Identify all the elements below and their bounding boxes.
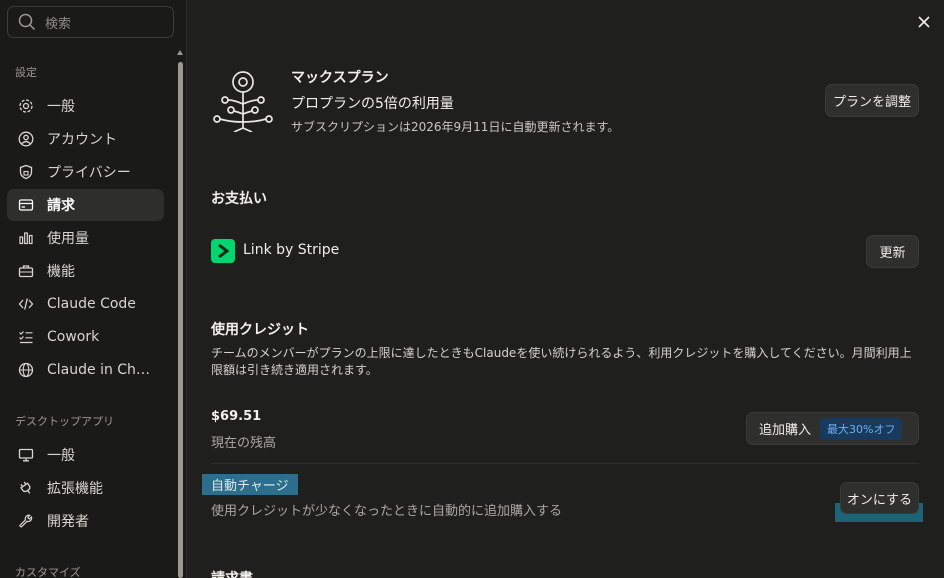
sidebar-item-general[interactable]: 一般: [7, 90, 164, 122]
toolbox-icon: [17, 262, 35, 280]
credits-section-title: 使用クレジット: [211, 322, 309, 338]
plan-tree-icon: [212, 70, 276, 133]
sidebar-item-label: 請求: [47, 198, 75, 214]
plan-name: マックスプラン: [291, 70, 389, 86]
discount-badge: 最大30%オフ: [820, 417, 903, 440]
plan-renewal-text: サブスクリプションは2026年9月11日に自動更新されます。: [291, 120, 620, 134]
sidebar-item-label: 一般: [47, 448, 75, 464]
sidebar-item-label: Cowork: [47, 329, 100, 345]
close-button[interactable]: [913, 11, 935, 33]
sidebar-item-label: 拡張機能: [47, 481, 103, 497]
credit-balance-label: 現在の残高: [211, 436, 277, 451]
sidebar-item-claude-code[interactable]: Claude Code: [7, 288, 164, 320]
autocharge-title: 自動チャージ: [202, 474, 298, 495]
sidebar-item-label: 使用量: [47, 231, 89, 247]
invoices-section-title: 請求書: [211, 568, 253, 578]
credit-card-icon: [17, 196, 35, 214]
search-icon: [18, 13, 36, 31]
sidebar: 検索 設定 一般 アカウント プライバシー 請求 使用量 機能 Claude C…: [0, 0, 187, 578]
sidebar-item-claude-in-chrome[interactable]: Claude in Chr…: [7, 354, 164, 386]
link-stripe-logo: [211, 239, 235, 263]
sidebar-item-cowork[interactable]: Cowork: [7, 321, 164, 353]
buy-more-button[interactable]: 追加購入 最大30%オフ: [746, 412, 919, 445]
sidebar-item-label: アカウント: [47, 132, 117, 148]
checklist-icon: [17, 328, 35, 346]
sidebar-item-billing[interactable]: 請求: [7, 189, 164, 221]
sidebar-scrollbar[interactable]: [178, 62, 183, 578]
plug-icon: [17, 479, 35, 497]
sidebar-item-label: 機能: [47, 264, 75, 280]
sidebar-item-extensions[interactable]: 拡張機能: [7, 472, 164, 504]
autocharge-enable-button[interactable]: オンにする: [840, 482, 919, 514]
wrench-icon: [17, 512, 35, 530]
user-circle-icon: [17, 130, 35, 148]
sidebar-item-label: 一般: [47, 99, 75, 115]
search-placeholder: 検索: [45, 16, 72, 32]
sidebar-item-features[interactable]: 機能: [7, 255, 164, 287]
adjust-plan-button[interactable]: プランを調整: [825, 84, 919, 117]
section-divider: [211, 463, 919, 464]
gear-icon: [17, 97, 35, 115]
sidebar-item-usage[interactable]: 使用量: [7, 222, 164, 254]
autocharge-description: 使用クレジットが少なくなったときに自動的に追加購入する: [211, 504, 563, 519]
sidebar-item-account[interactable]: アカウント: [7, 123, 164, 155]
sidebar-item-developer[interactable]: 開発者: [7, 505, 164, 537]
section-label-desktop: デスクトップアプリ: [15, 415, 114, 428]
section-label-settings: 設定: [15, 66, 37, 79]
credit-balance-amount: $69.51: [211, 409, 262, 424]
section-label-customize: カスタマイズ: [15, 566, 81, 578]
bar-chart-icon: [17, 229, 35, 247]
close-icon: [918, 16, 930, 28]
sidebar-item-label: 開発者: [47, 514, 89, 530]
sidebar-item-desktop-general[interactable]: 一般: [7, 439, 164, 471]
update-payment-button[interactable]: 更新: [866, 235, 919, 268]
sidebar-item-label: プライバシー: [47, 165, 131, 181]
sidebar-item-privacy[interactable]: プライバシー: [7, 156, 164, 188]
plan-description: プロプランの5倍の利用量: [291, 96, 454, 112]
sidebar-item-label: Claude Code: [47, 296, 136, 312]
search-input[interactable]: 検索: [7, 6, 174, 38]
sidebar-item-label: Claude in Chr…: [47, 362, 155, 378]
globe-icon: [17, 361, 35, 379]
monitor-icon: [17, 446, 35, 464]
payment-method-name: Link by Stripe: [243, 242, 340, 258]
shield-icon: [17, 163, 35, 181]
buy-more-label: 追加購入: [759, 423, 812, 438]
scroll-up-arrow[interactable]: [177, 50, 183, 55]
payment-section-title: お支払い: [211, 191, 267, 207]
credits-description: チームのメンバーがプランの上限に達したときもClaudeを使い続けられるよう、利…: [211, 346, 912, 377]
code-icon: [17, 295, 35, 313]
